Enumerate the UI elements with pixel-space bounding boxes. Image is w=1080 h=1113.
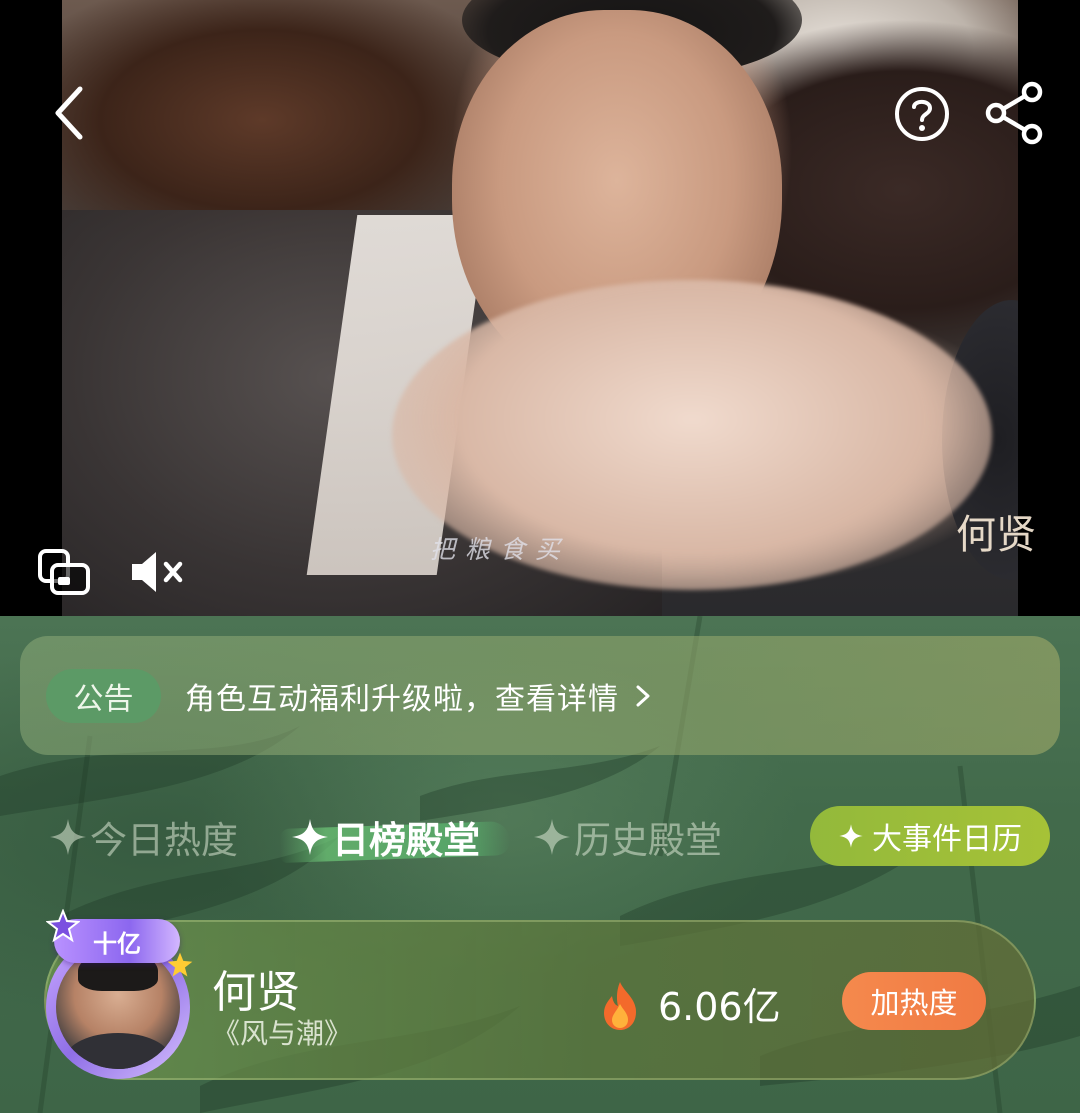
announcement-badge: 公告 (46, 668, 161, 723)
tab-label: 今日热度 (90, 819, 238, 862)
heat-level-text: 十亿 (93, 929, 141, 958)
video-watermark: 何贤 (956, 512, 1036, 558)
announcement-text[interactable]: 角色互动福利升级啦，查看详情 (185, 674, 619, 718)
drama-title: 《风与潮》 (212, 1017, 353, 1050)
tab-today-heat[interactable]: 今日热度 (48, 801, 238, 873)
sparkle-icon (839, 824, 863, 848)
sparkle-icon (534, 819, 570, 855)
video-subtitle: 把粮食买 (430, 535, 571, 564)
ranking-panel: 公告 角色互动福利升级啦，查看详情 今日热度 日榜殿堂 历史殿堂 大事件日历 十… (0, 616, 1080, 1113)
star-icon (167, 952, 193, 977)
fire-icon (604, 982, 636, 1030)
picture-in-picture-icon[interactable] (34, 544, 94, 600)
sparkle-icon (50, 819, 86, 855)
sparkle-icon (292, 819, 328, 855)
tab-label: 历史殿堂 (574, 819, 722, 862)
heat-value: 6.06亿 (658, 985, 781, 1029)
video-player[interactable]: 把粮食买 何贤 (0, 0, 1080, 616)
star-icon (46, 909, 80, 943)
event-calendar-label: 大事件日历 (872, 822, 1022, 857)
ranking-avatar-group[interactable]: 十亿 (40, 909, 200, 1079)
tab-daily-hall[interactable]: 日榜殿堂 (279, 801, 511, 873)
avatar (56, 945, 180, 1069)
video-frame (62, 0, 1018, 616)
announcement-bar[interactable]: 公告 角色互动福利升级啦，查看详情 (20, 636, 1060, 755)
chevron-left-icon[interactable] (40, 78, 100, 148)
volume-mute-icon[interactable] (124, 544, 190, 600)
tab-label: 日榜殿堂 (332, 819, 480, 862)
share-icon[interactable] (980, 78, 1048, 148)
question-circle-icon[interactable] (890, 82, 954, 146)
chevron-right-icon (636, 685, 650, 706)
tab-history-hall[interactable]: 历史殿堂 (532, 801, 722, 873)
event-calendar-button[interactable]: 大事件日历 (810, 806, 1050, 866)
add-heat-button[interactable]: 加热度 (842, 972, 986, 1030)
character-name: 何贤 (212, 967, 300, 1018)
heat-level-badge: 十亿 (46, 909, 193, 977)
